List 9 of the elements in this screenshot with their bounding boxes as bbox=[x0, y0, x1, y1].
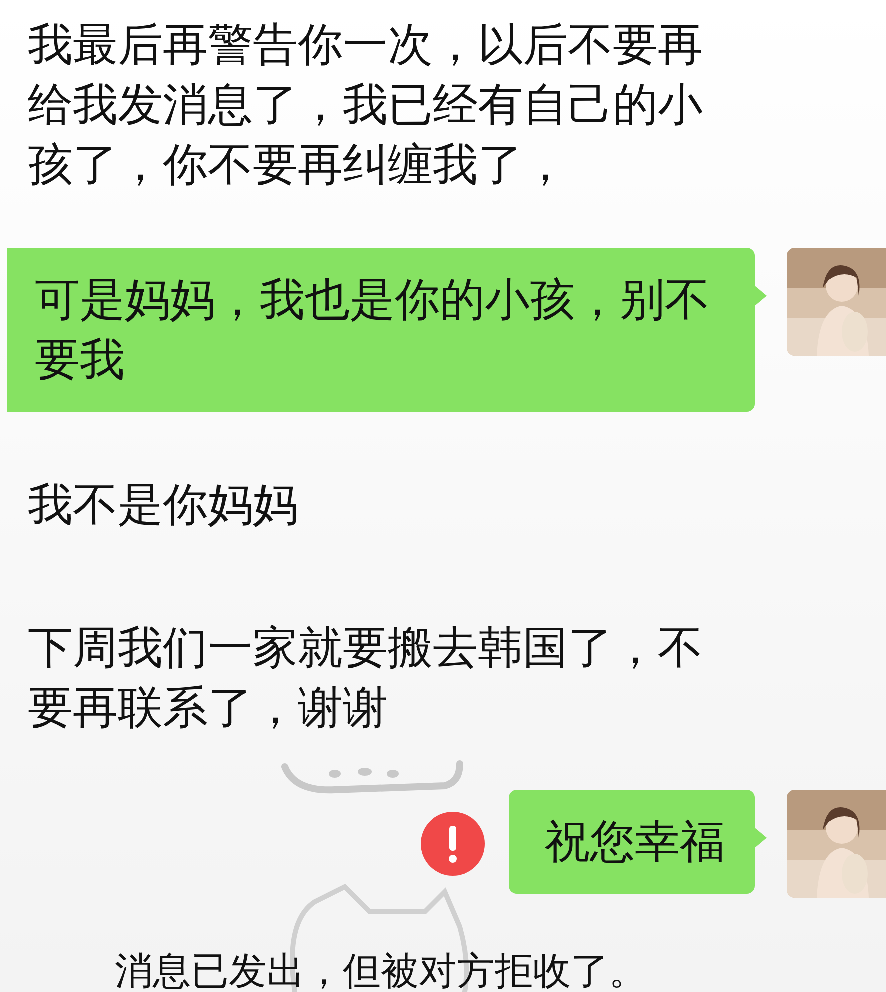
notice-text: 消息已发出，但被对方拒收了。 bbox=[115, 948, 648, 992]
bubble-tail bbox=[755, 828, 767, 848]
message-text: 我不是你妈妈 bbox=[28, 477, 299, 533]
message-text: 我最后再警告你一次，以后不要再给我发消息了，我已经有自己的小孩了，你不要再纠缠我了， bbox=[28, 17, 704, 193]
message-text: 下周我们一家就要搬去韩国了，不要再联系了，谢谢 bbox=[28, 620, 704, 736]
message-bubble: 可是妈妈，我也是你的小孩，别不要我 bbox=[7, 248, 755, 412]
bubble-tail bbox=[755, 286, 767, 306]
message-bubble: 祝您幸福 bbox=[509, 790, 755, 894]
alert-icon[interactable] bbox=[421, 812, 485, 876]
